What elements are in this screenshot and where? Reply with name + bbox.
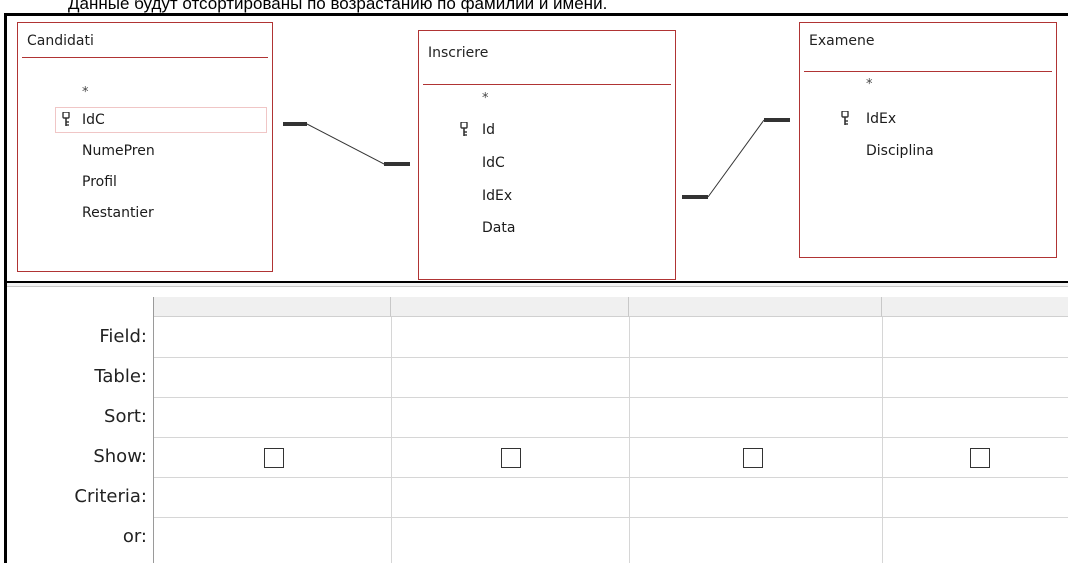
rel-candidati-inscriere-line <box>306 123 385 165</box>
table-title: Examene <box>809 33 875 49</box>
title-divider <box>22 57 268 58</box>
key-icon <box>841 111 849 125</box>
field-profil[interactable]: Profil <box>82 174 117 190</box>
show-checkbox[interactable] <box>970 448 990 468</box>
row-label-field: Field: <box>99 326 147 347</box>
grid-row-line <box>154 397 1068 398</box>
column-selector[interactable] <box>391 297 629 317</box>
key-icon <box>62 112 70 126</box>
field-idex[interactable]: IdEx <box>866 111 896 127</box>
row-label-table: Table: <box>94 366 147 387</box>
field-data[interactable]: Data <box>482 220 515 236</box>
field-numepren[interactable]: NumePren <box>82 143 155 159</box>
field-all[interactable]: * <box>482 91 489 106</box>
field-idex[interactable]: IdEx <box>482 188 512 204</box>
row-labels: Field: Table: Sort: Show: Criteria: or: <box>7 297 147 563</box>
field-id[interactable]: Id <box>482 122 495 138</box>
field-all[interactable]: * <box>866 77 873 92</box>
grid-row-line <box>154 477 1068 478</box>
field-disciplina[interactable]: Disciplina <box>866 143 934 159</box>
field-all[interactable]: * <box>82 85 89 100</box>
show-checkbox[interactable] <box>501 448 521 468</box>
table-candidati[interactable]: Candidati * IdC NumePren Profil Restanti… <box>17 22 273 272</box>
field-idc[interactable]: IdC <box>482 155 505 171</box>
grid-col-line <box>629 317 630 563</box>
key-icon <box>460 122 468 136</box>
table-inscriere[interactable]: Inscriere * Id IdC IdEx Data <box>418 30 676 280</box>
grid-row-line <box>154 437 1068 438</box>
row-label-show: Show: <box>93 446 147 467</box>
table-title: Candidati <box>27 33 94 49</box>
table-title: Inscriere <box>428 45 489 61</box>
row-label-or: or: <box>122 526 147 547</box>
column-selector[interactable] <box>882 297 1068 317</box>
show-checkbox[interactable] <box>743 448 763 468</box>
grid-col-line <box>882 317 883 563</box>
title-divider <box>423 84 671 85</box>
grid-row-line <box>154 517 1068 518</box>
title-divider <box>804 71 1052 72</box>
query-design-grid <box>153 297 1068 563</box>
grid-row-line <box>154 357 1068 358</box>
row-label-sort: Sort: <box>104 406 147 427</box>
grid-col-line <box>391 317 392 563</box>
row-label-criteria: Criteria: <box>74 486 147 507</box>
field-restantier[interactable]: Restantier <box>82 205 154 221</box>
field-idc[interactable]: IdC <box>82 112 105 128</box>
column-selector[interactable] <box>154 297 391 317</box>
rel-inscriere-examene-line <box>707 119 765 198</box>
show-checkbox[interactable] <box>264 448 284 468</box>
table-examene[interactable]: Examene * IdEx Disciplina <box>799 22 1057 258</box>
column-selector[interactable] <box>629 297 882 317</box>
